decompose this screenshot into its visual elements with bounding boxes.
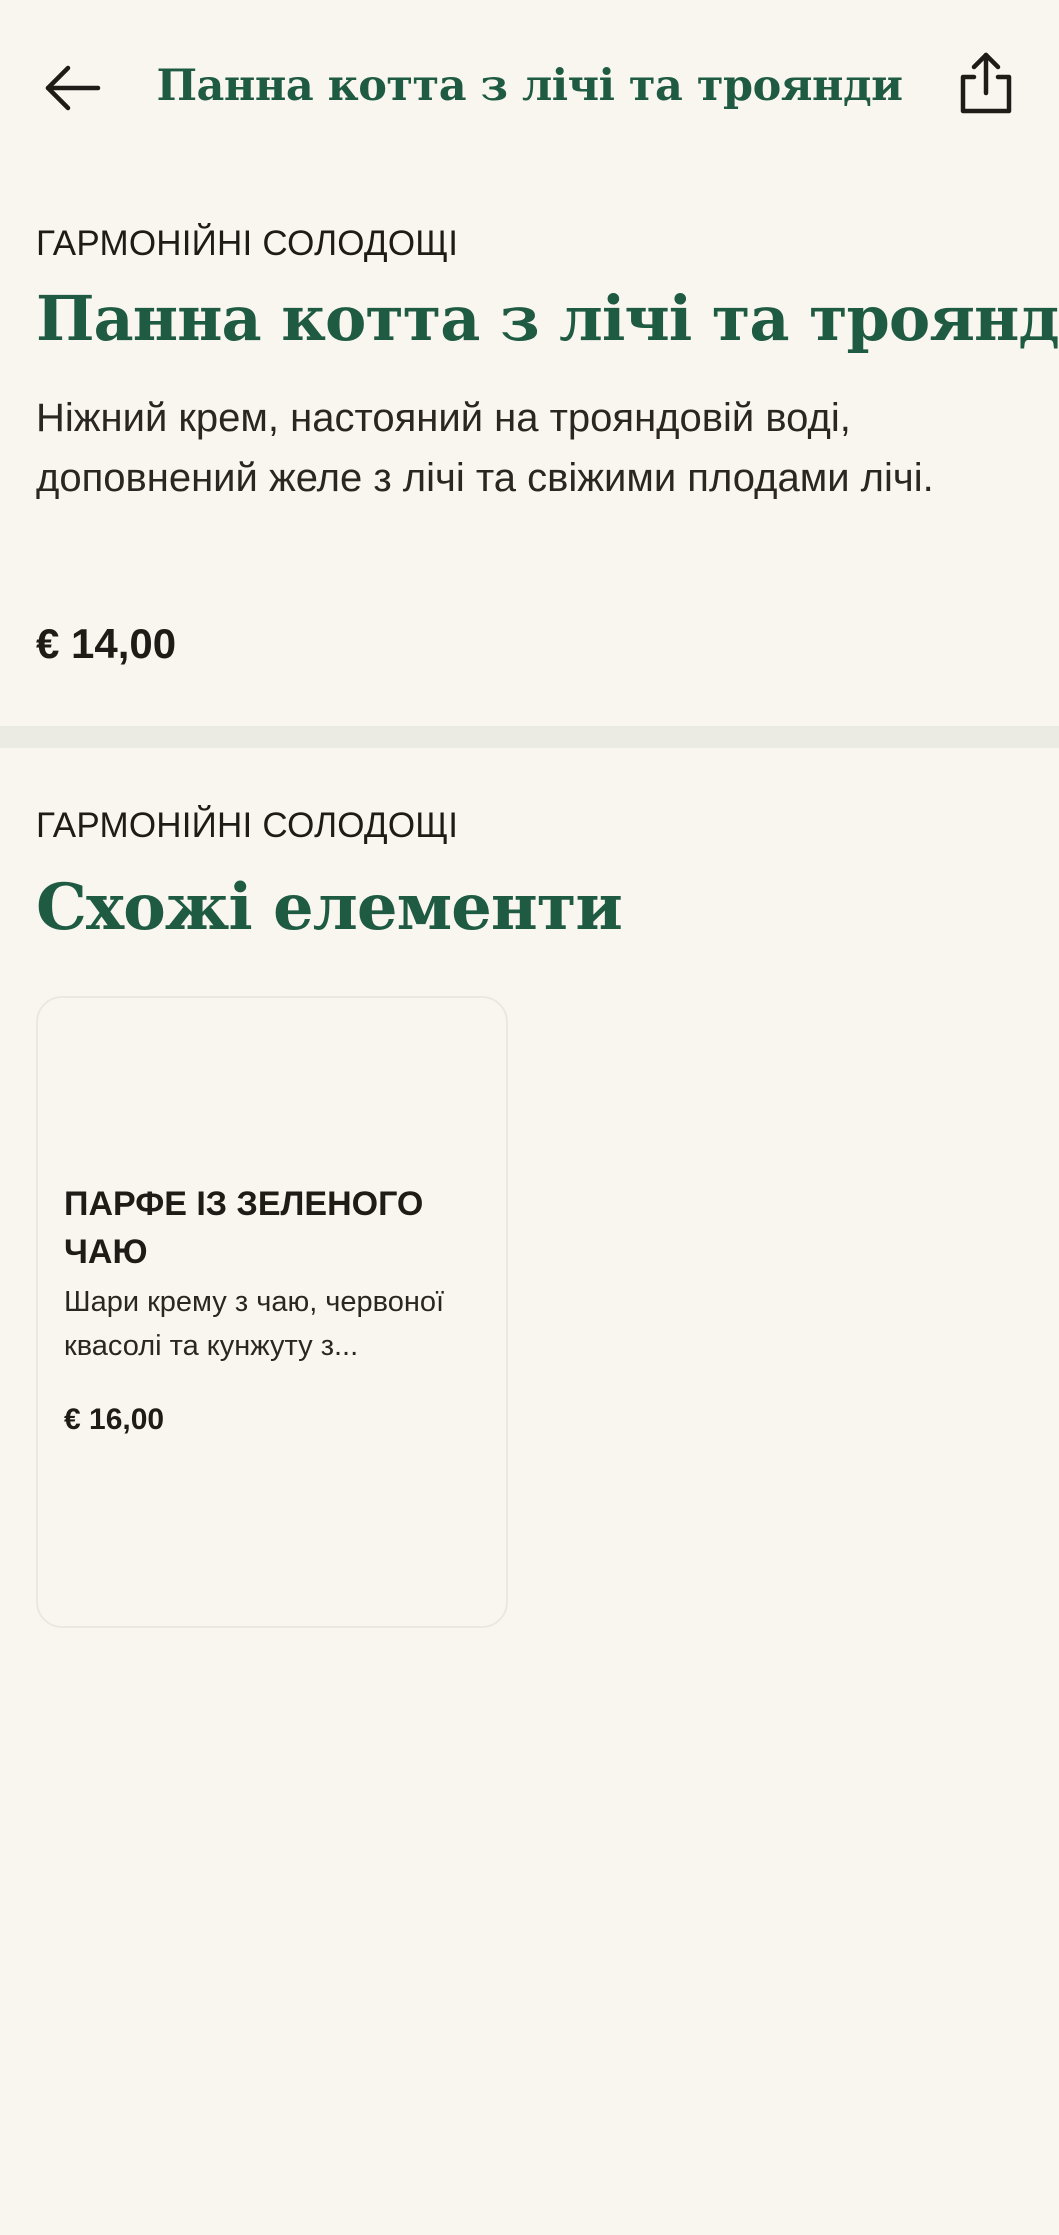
item-category-label: ГАРМОНІЙНІ СОЛОДОЩІ	[36, 224, 459, 263]
header-title: Панна котта з лічі та троянди	[156, 61, 903, 111]
share-icon	[960, 52, 1012, 114]
item-details: ГАРМОНІЙНІ СОЛОДОЩІ Панна котта з лічі т…	[0, 170, 1059, 726]
related-item-title: ПАРФЕ ІЗ ЗЕЛЕНОГО ЧАЮ	[64, 1185, 424, 1271]
related-items-section: ГАРМОНІЙНІ СОЛОДОЩІ Схожі елементи ПАРФЕ…	[0, 748, 1059, 1648]
related-item-price: € 16,00	[64, 1403, 165, 1436]
back-button[interactable]	[36, 52, 108, 124]
related-item-card[interactable]: ПАРФЕ ІЗ ЗЕЛЕНОГО ЧАЮ Шари крему з чаю, …	[36, 996, 508, 1628]
related-items-heading: Схожі елементи	[36, 870, 623, 945]
related-item-description: Шари крему з чаю, червоної квасолі та ку…	[64, 1286, 445, 1362]
related-category-label: ГАРМОНІЙНІ СОЛОДОЩІ	[36, 806, 459, 845]
item-description: Ніжний крем, настояний на трояндовій вод…	[36, 396, 934, 500]
section-divider	[0, 726, 1059, 748]
item-price: € 14,00	[36, 620, 177, 667]
arrow-left-icon	[45, 65, 101, 111]
share-button[interactable]	[948, 46, 1024, 122]
item-title: Панна котта з лічі та троянди	[36, 282, 1059, 355]
top-app-bar: Панна котта з лічі та троянди	[0, 0, 1059, 170]
